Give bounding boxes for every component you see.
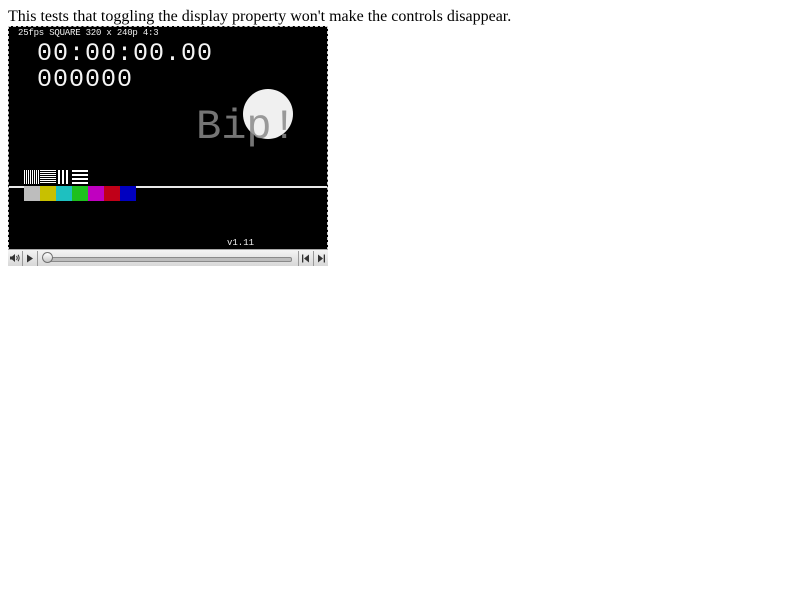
video-format-info: 25fps SQUARE 320 x 240p 4:3 <box>18 28 159 38</box>
timeline-slider[interactable] <box>42 251 294 266</box>
color-bar <box>120 186 136 201</box>
video-frame: 25fps SQUARE 320 x 240p 4:3 00:00:00.00 … <box>8 26 328 250</box>
color-bar <box>88 186 104 201</box>
step-back-button[interactable] <box>299 251 313 266</box>
video-player[interactable]: 25fps SQUARE 320 x 240p 4:3 00:00:00.00 … <box>8 26 328 266</box>
version-label: v1.11 <box>227 238 255 248</box>
separator <box>37 250 38 266</box>
timeline-thumb[interactable] <box>42 251 53 263</box>
frame-counter: 000000 <box>37 65 134 94</box>
play-icon <box>27 254 33 262</box>
speaker-icon <box>10 254 20 262</box>
color-bar <box>72 186 88 201</box>
test-description: This tests that toggling the display pro… <box>8 8 512 25</box>
step-forward-icon <box>318 254 325 262</box>
timecode-display: 00:00:00.00 <box>37 39 214 68</box>
step-forward-button[interactable] <box>314 251 328 266</box>
timeline-track <box>44 256 292 262</box>
color-bar <box>24 186 40 201</box>
volume-button[interactable] <box>8 251 22 266</box>
color-bar <box>40 186 56 201</box>
color-bar <box>56 186 72 201</box>
color-bar <box>104 186 120 201</box>
play-button[interactable] <box>23 251 37 266</box>
color-bars <box>24 186 136 201</box>
resolution-test-pattern <box>24 170 88 184</box>
bip-label: Bip! <box>196 103 297 151</box>
media-controls-bar <box>8 249 328 266</box>
step-back-icon <box>302 254 309 262</box>
